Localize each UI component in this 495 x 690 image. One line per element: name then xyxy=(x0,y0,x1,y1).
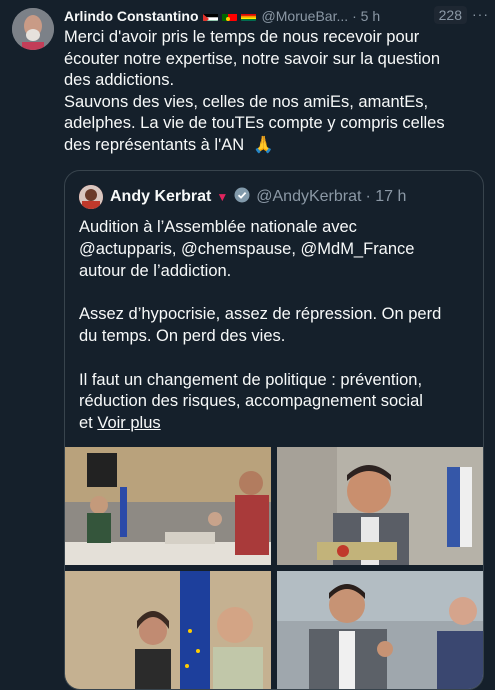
portugal-flag-icon xyxy=(222,11,237,21)
verified-badge-icon xyxy=(234,187,250,208)
quote-body: Audition à l’Assemblée nationale avec @a… xyxy=(79,218,441,432)
tweet-text: Merci d'avoir pris le temps de nous rece… xyxy=(64,27,484,156)
quoted-tweet[interactable]: Andy Kerbrat ▼ @AndyKerbrat · 17 h Audit… xyxy=(64,170,484,690)
quote-time[interactable]: · 17 h xyxy=(365,188,406,206)
palestine-flag-icon xyxy=(203,11,218,21)
rainbow-flag-icon xyxy=(241,11,256,21)
photo-3[interactable] xyxy=(65,571,271,689)
more-options-icon[interactable]: ··· xyxy=(472,6,489,22)
quote-author-avatar[interactable] xyxy=(79,185,103,209)
show-more-link[interactable]: Voir plus xyxy=(97,414,160,432)
quote-author-name[interactable]: Andy Kerbrat xyxy=(110,188,211,206)
tweet-time[interactable]: · 5 h xyxy=(352,8,380,24)
author-name[interactable]: Arlindo Constantino xyxy=(64,8,199,24)
author-handle[interactable]: @MorueBar... xyxy=(262,8,349,24)
quote-text: Audition à l’Assemblée nationale avec @a… xyxy=(79,217,474,435)
tweet-header: Arlindo Constantino @MorueBar... · 5 h xyxy=(64,6,487,26)
red-triangle-icon: ▼ xyxy=(216,190,228,204)
quote-header: Andy Kerbrat ▼ @AndyKerbrat · 17 h xyxy=(79,185,406,209)
count-badge: 228 xyxy=(434,6,467,24)
photo-4[interactable] xyxy=(277,571,483,689)
quote-author-handle[interactable]: @AndyKerbrat xyxy=(256,188,361,206)
photo-1[interactable] xyxy=(65,447,271,565)
author-avatar[interactable] xyxy=(12,8,54,50)
photo-2[interactable] xyxy=(277,447,483,565)
